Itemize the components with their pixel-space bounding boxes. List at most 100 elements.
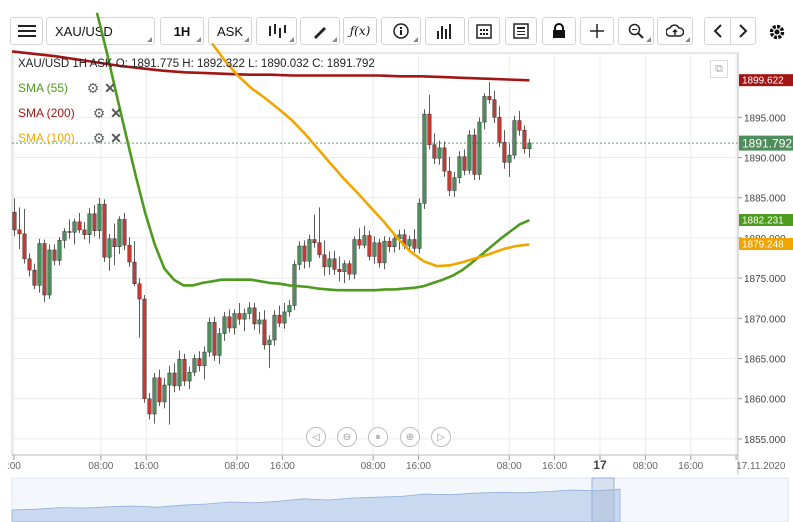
y-tick-label: 1860.000 (744, 395, 786, 406)
candle-up (512, 120, 517, 156)
candle-down (127, 244, 132, 263)
candle-down (387, 240, 392, 248)
gear-icon[interactable]: ⚙ (90, 105, 108, 122)
candle-down (487, 96, 492, 100)
zoom-in-icon: ⊕ (405, 431, 415, 443)
x-tick-label: 16:00 (542, 461, 567, 472)
scroll-right-button[interactable]: ▷ (431, 427, 451, 447)
close-icon[interactable]: ✕ (102, 80, 118, 97)
zoom-in-button[interactable]: ⊕ (400, 427, 420, 447)
legend-sma-200[interactable]: SMA (200) ⚙ ✕ (18, 105, 124, 121)
candle-up (37, 243, 42, 286)
candle-up (232, 313, 237, 329)
candle-down (432, 144, 437, 159)
candle-up (342, 263, 347, 272)
candle-up (97, 203, 102, 231)
candle-down (92, 213, 97, 231)
candle-down (492, 99, 497, 118)
candle-down (27, 258, 32, 271)
ohlc-readout: XAU/USD 1H ASK O: 1891.775 H: 1892.322 L… (18, 58, 375, 70)
candle-down (82, 229, 87, 235)
candle-down (447, 170, 452, 191)
candle-up (177, 359, 182, 387)
zoom-out-button[interactable]: ⊖ (337, 427, 357, 447)
x-tick-label: 17 (593, 458, 607, 472)
candle-up (477, 121, 482, 175)
candle-down (347, 263, 352, 275)
candle-down (277, 314, 282, 324)
candle-up (372, 242, 377, 257)
candle-up (187, 371, 192, 382)
candle-up (437, 147, 442, 159)
candle-up (167, 372, 172, 386)
y-tick-label: 1885.000 (744, 194, 786, 205)
candle-down (252, 307, 257, 325)
price-label-text: 1879.248 (742, 239, 784, 250)
price-label-text: 1899.622 (742, 76, 784, 87)
candle-up (417, 203, 422, 249)
legend-sma-100[interactable]: SMA (100) ⚙ ✕ (18, 130, 124, 146)
reset-icon: ⏸ (375, 431, 381, 443)
close-icon[interactable]: ✕ (108, 130, 124, 147)
scroll-left-button[interactable]: ◁ (306, 427, 326, 447)
candle-up (527, 142, 532, 149)
gear-icon[interactable]: ⚙ (90, 130, 108, 147)
candle-up (392, 238, 397, 248)
candle-down (122, 219, 127, 246)
candle-down (142, 298, 147, 399)
x-tick-label: 08:00 (361, 461, 386, 472)
price-chart[interactable]: 1855.000 1860.000 1865.000 1870.000 1875.000… (0, 0, 793, 522)
legend-label: SMA (55) (18, 81, 69, 95)
candle-up (192, 358, 197, 373)
candle-up (217, 333, 222, 356)
candle-up (242, 313, 247, 320)
candle-down (137, 283, 142, 300)
legend-label: SMA (200) (18, 106, 75, 120)
price-label-text: 1891.792 (742, 137, 792, 151)
triangle-right-icon: ▷ (437, 431, 445, 443)
candle-down (412, 239, 417, 249)
y-tick-label: 1855.000 (744, 435, 786, 446)
x-tick-label: 17.11.2020 (736, 461, 786, 472)
y-tick-label: 1890.000 (744, 154, 786, 165)
candle-down (472, 134, 477, 175)
candle-down (237, 313, 242, 320)
close-icon[interactable]: ✕ (108, 105, 124, 122)
candle-down (182, 359, 187, 382)
navigator (11, 477, 789, 522)
candle-down (302, 245, 307, 262)
candle-up (422, 113, 427, 204)
candle-up (47, 249, 52, 296)
candle-down (42, 243, 47, 296)
legend-label: SMA (100) (18, 131, 75, 145)
candle-up (457, 156, 462, 178)
candle-up (407, 239, 412, 247)
candle-down (22, 233, 27, 260)
candle-up (117, 219, 122, 248)
candle-down (112, 238, 117, 248)
candle-up (282, 311, 287, 324)
candle-up (267, 339, 272, 346)
candle-up (327, 258, 332, 268)
candle-up (247, 307, 252, 314)
expand-icon: ⧉ (715, 62, 723, 75)
expand-button[interactable]: ⧉ (710, 60, 728, 78)
candle-up (257, 319, 262, 325)
candle-down (522, 129, 527, 149)
candle-up (57, 240, 62, 261)
candle-up (362, 235, 367, 246)
candle-down (312, 239, 317, 243)
x-tick-label: 08:00 (497, 461, 522, 472)
x-tick-label: 16:00 (134, 461, 159, 472)
candle-up (287, 305, 292, 313)
candle-down (197, 358, 202, 367)
gear-icon[interactable]: ⚙ (84, 80, 102, 97)
candle-down (517, 120, 522, 131)
y-tick-label: 1875.000 (744, 274, 786, 285)
candle-down (462, 156, 467, 171)
candle-down (67, 231, 72, 233)
reset-button[interactable]: ⏸ (368, 427, 388, 447)
legend-sma-55[interactable]: SMA (55) ⚙ ✕ (18, 80, 118, 96)
candle-down (227, 316, 232, 329)
candle-up (467, 134, 472, 171)
